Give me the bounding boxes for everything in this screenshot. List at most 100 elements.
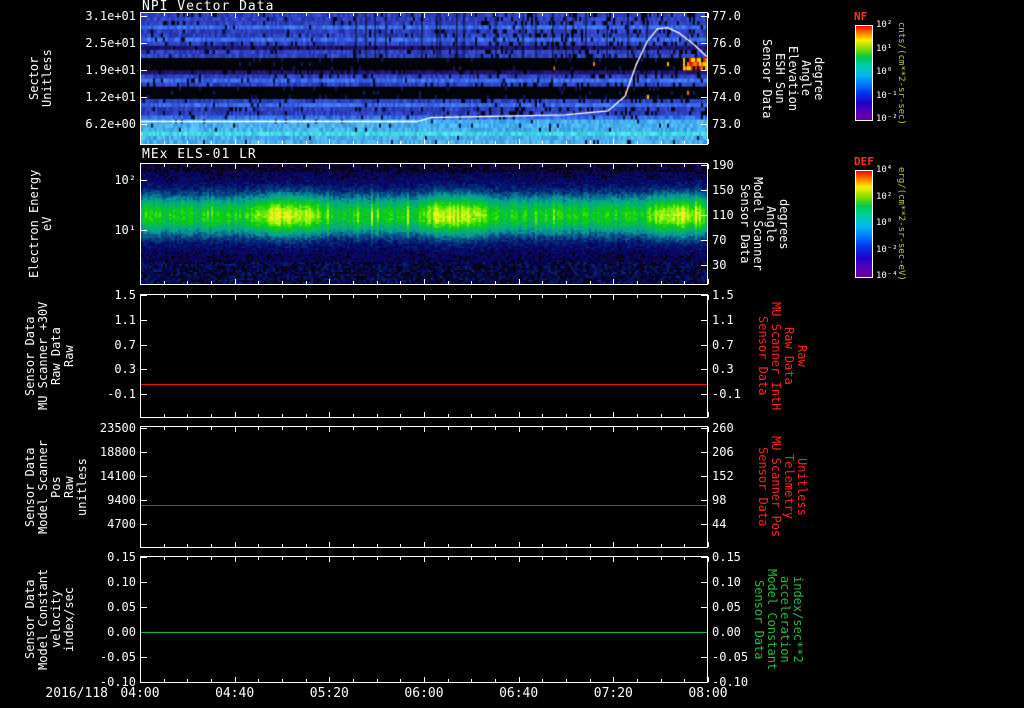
x-tick-mark — [495, 427, 496, 430]
x-tick-mark — [258, 281, 260, 284]
x-tick-mark — [684, 164, 686, 167]
y2-axis-tick-label: 152 — [712, 469, 734, 484]
x-tick-mark — [329, 164, 331, 169]
x-tick-mark — [708, 557, 709, 562]
x-tick-mark — [542, 281, 544, 284]
x-tick-mark — [566, 141, 567, 144]
x-tick-mark — [447, 295, 449, 298]
colorbar-tick-label: 10⁰ — [876, 67, 893, 77]
x-tick-mark — [613, 542, 615, 547]
x-tick-mark — [282, 13, 283, 16]
x-tick-mark — [424, 139, 425, 144]
y-axis-tick-label: 0.15 — [107, 550, 136, 565]
y2-axis-tick-mark — [701, 369, 707, 371]
x-tick-mark — [400, 13, 402, 16]
x-tick-mark — [305, 295, 307, 298]
x-tick-mark — [566, 295, 567, 298]
y-axis-tick-mark — [141, 500, 147, 502]
x-tick-mark — [282, 557, 283, 560]
x-tick-mark — [637, 13, 638, 16]
y-axis-tick-label: 0.00 — [107, 624, 136, 639]
x-tick-mark — [140, 139, 141, 144]
y2-axis-tick-mark — [701, 344, 707, 346]
colorbar-tick-label: 10² — [876, 20, 893, 30]
x-axis-tick-label: 04:40 — [215, 686, 255, 701]
x-tick-mark — [471, 427, 473, 430]
x-tick-mark — [589, 557, 591, 560]
x-tick-mark — [708, 279, 709, 284]
x-tick-mark — [542, 414, 544, 417]
y-axis-tick-mark — [141, 69, 147, 71]
y-axis-tick-mark — [141, 394, 147, 396]
x-tick-mark — [140, 412, 141, 417]
x-tick-mark — [353, 679, 354, 682]
x-tick-mark — [637, 414, 638, 417]
y2-axis-tick-mark — [701, 582, 707, 584]
x-tick-mark — [518, 412, 520, 417]
x-tick-mark — [518, 427, 520, 432]
y-axis-tick-label: 1.1 — [114, 312, 136, 327]
x-tick-mark — [305, 414, 307, 417]
y2-axis-tick-label: 0.15 — [712, 550, 741, 565]
y-axis-tick-label: 10² — [114, 172, 136, 187]
x-tick-mark — [684, 13, 686, 16]
x-tick-mark — [684, 281, 686, 284]
y2-axis-tick-label: 74.0 — [712, 89, 741, 104]
x-tick-mark — [424, 557, 425, 562]
y2-axis-tick-mark — [701, 189, 707, 191]
y2-axis-tick-label: 30 — [712, 257, 727, 272]
x-tick-mark — [471, 544, 473, 547]
x-tick-mark — [424, 279, 425, 284]
colorbar-nf-title: NF — [854, 10, 868, 23]
x-tick-mark — [211, 13, 212, 16]
y-axis-tick-mark — [141, 523, 147, 525]
x-tick-mark — [684, 295, 686, 298]
x-tick-mark — [589, 544, 591, 547]
x-tick-mark — [613, 412, 615, 417]
x-tick-mark — [518, 677, 520, 682]
x-tick-mark — [305, 557, 307, 560]
x-tick-mark — [518, 542, 520, 547]
x-tick-mark — [637, 544, 638, 547]
y2-axis-tick-mark — [701, 239, 707, 241]
x-tick-mark — [258, 679, 260, 682]
y2-axis-tick-mark — [701, 476, 707, 478]
x-tick-mark — [542, 557, 544, 560]
x-tick-mark — [376, 544, 378, 547]
y2-axis-tick-mark — [701, 123, 707, 125]
x-tick-mark — [660, 557, 662, 560]
x-tick-mark — [305, 13, 307, 16]
y2-axis-tick-label: 44 — [712, 516, 727, 531]
y-axis-tick-label: 23500 — [99, 420, 136, 435]
x-tick-mark — [660, 295, 662, 298]
x-tick-mark — [234, 279, 236, 284]
x-tick-mark — [187, 281, 189, 284]
x-tick-mark — [424, 164, 425, 169]
x-tick-mark — [329, 677, 331, 682]
y2-axis-tick-label: 0.05 — [712, 600, 741, 615]
data-line-constant — [141, 384, 707, 385]
y2-axis-tick-mark — [701, 294, 707, 296]
x-tick-mark — [282, 544, 283, 547]
y-axis-tick-label: 0.7 — [114, 337, 136, 352]
y2-axis-tick-label: 0.10 — [712, 575, 741, 590]
x-tick-mark — [211, 557, 212, 560]
y-axis-tick-label: 9400 — [107, 493, 136, 508]
aspera-quicklook-figure: NPI Vector Data MEx ELS-01 LR Sector Uni… — [0, 0, 1024, 708]
x-tick-mark — [376, 13, 378, 16]
y-axis-tick-mark — [141, 179, 147, 181]
x-tick-mark — [376, 141, 378, 144]
y-axis-label-sector: Sector Unitless — [27, 49, 54, 108]
x-tick-mark — [305, 544, 307, 547]
y2-axis-tick-label: -0.05 — [712, 649, 749, 664]
y-axis-tick-label: 10¹ — [114, 222, 136, 237]
y2-axis-tick-mark — [701, 69, 707, 71]
y2-axis-tick-label: 1.5 — [712, 287, 734, 302]
x-tick-mark — [495, 557, 496, 560]
x-tick-mark — [282, 679, 283, 682]
x-tick-mark — [447, 414, 449, 417]
x-tick-mark — [353, 427, 354, 430]
x-tick-mark — [708, 427, 709, 432]
colorbar-def — [855, 170, 873, 278]
x-tick-mark — [637, 164, 638, 167]
